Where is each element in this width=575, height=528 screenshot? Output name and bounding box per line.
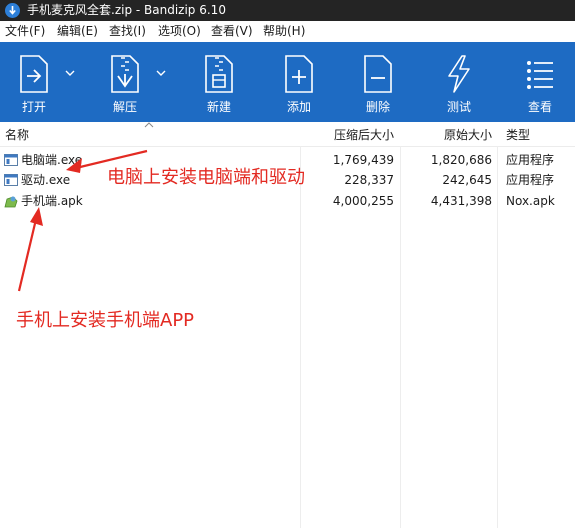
file-compressed-size: 4,000,255 [332, 194, 394, 208]
bandizip-app-icon [5, 3, 20, 18]
open-icon [20, 55, 48, 93]
file-name: 电脑端.exe [21, 153, 83, 167]
open-label: 打开 [21, 100, 46, 114]
new-archive-icon [205, 55, 233, 93]
menu-edit[interactable]: 编辑(E) [57, 24, 98, 39]
menu-find[interactable]: 查找(I) [109, 24, 146, 39]
file-original-size: 4,431,398 [430, 194, 492, 208]
file-original-size: 242,645 [442, 173, 492, 187]
annotation-pc-install: 电脑上安装电脑端和驱动 [107, 167, 305, 188]
file-type: 应用程序 [506, 173, 555, 187]
delete-label: 删除 [365, 100, 390, 114]
menu-view[interactable]: 查看(V) [211, 24, 253, 39]
new-label: 新建 [206, 100, 231, 114]
add-button[interactable]: 添加 [269, 42, 329, 122]
lightning-icon [448, 55, 470, 93]
extract-label: 解压 [112, 100, 137, 114]
arrow-to-phone-file [17, 207, 43, 292]
extract-dropdown-icon[interactable] [155, 68, 167, 78]
file-name: 手机端.apk [21, 194, 83, 208]
file-compressed-size: 228,337 [344, 173, 394, 187]
column-compressed-size[interactable]: 压缩后大小 [310, 128, 394, 142]
delete-button[interactable]: 删除 [348, 42, 408, 122]
file-type: Nox.apk [506, 194, 555, 208]
column-name[interactable]: 名称 [5, 128, 29, 142]
annotation-phone-install: 手机上安装手机端APP [16, 310, 195, 331]
exe-file-icon [4, 154, 18, 166]
file-list-header: 名称 压缩后大小 原始大小 类型 [0, 122, 575, 147]
menu-help[interactable]: 帮助(H) [263, 24, 305, 39]
test-button[interactable]: 测试 [429, 42, 489, 122]
menu-options[interactable]: 选项(O) [158, 24, 201, 39]
file-type: 应用程序 [506, 153, 555, 167]
column-type[interactable]: 类型 [506, 128, 530, 142]
menu-file[interactable]: 文件(F) [5, 24, 45, 39]
zip-extract-icon [111, 55, 139, 93]
add-file-icon [285, 55, 313, 93]
sort-ascending-icon [144, 122, 154, 128]
file-original-size: 1,820,686 [430, 153, 492, 167]
open-dropdown-icon[interactable] [64, 68, 76, 78]
window-title: 手机麦克风全套.zip - Bandizip 6.10 [27, 3, 226, 17]
menu-bar: 文件(F) 编辑(E) 查找(I) 选项(O) 查看(V) 帮助(H) [0, 21, 575, 42]
apk-file-icon [4, 196, 18, 208]
exe-file-icon [4, 174, 18, 186]
new-button[interactable]: 新建 [189, 42, 249, 122]
view-label: 查看 [527, 100, 552, 114]
add-label: 添加 [286, 100, 311, 114]
delete-file-icon [364, 55, 392, 93]
open-button[interactable]: 打开 [4, 42, 75, 122]
title-bar: 手机麦克风全套.zip - Bandizip 6.10 [0, 0, 575, 21]
column-original-size[interactable]: 原始大小 [412, 128, 492, 142]
toolbar: 打开 解压 新建 添加 删除 测试 查看 [0, 42, 575, 122]
extract-button[interactable]: 解压 [95, 42, 166, 122]
table-row[interactable]: 手机端.apk 4,000,255 4,431,398 Nox.apk [0, 191, 575, 211]
view-button[interactable]: 查看 [510, 42, 570, 122]
file-compressed-size: 1,769,439 [332, 153, 394, 167]
test-label: 测试 [446, 100, 471, 114]
list-view-icon [527, 61, 553, 89]
file-name: 驱动.exe [21, 173, 71, 187]
